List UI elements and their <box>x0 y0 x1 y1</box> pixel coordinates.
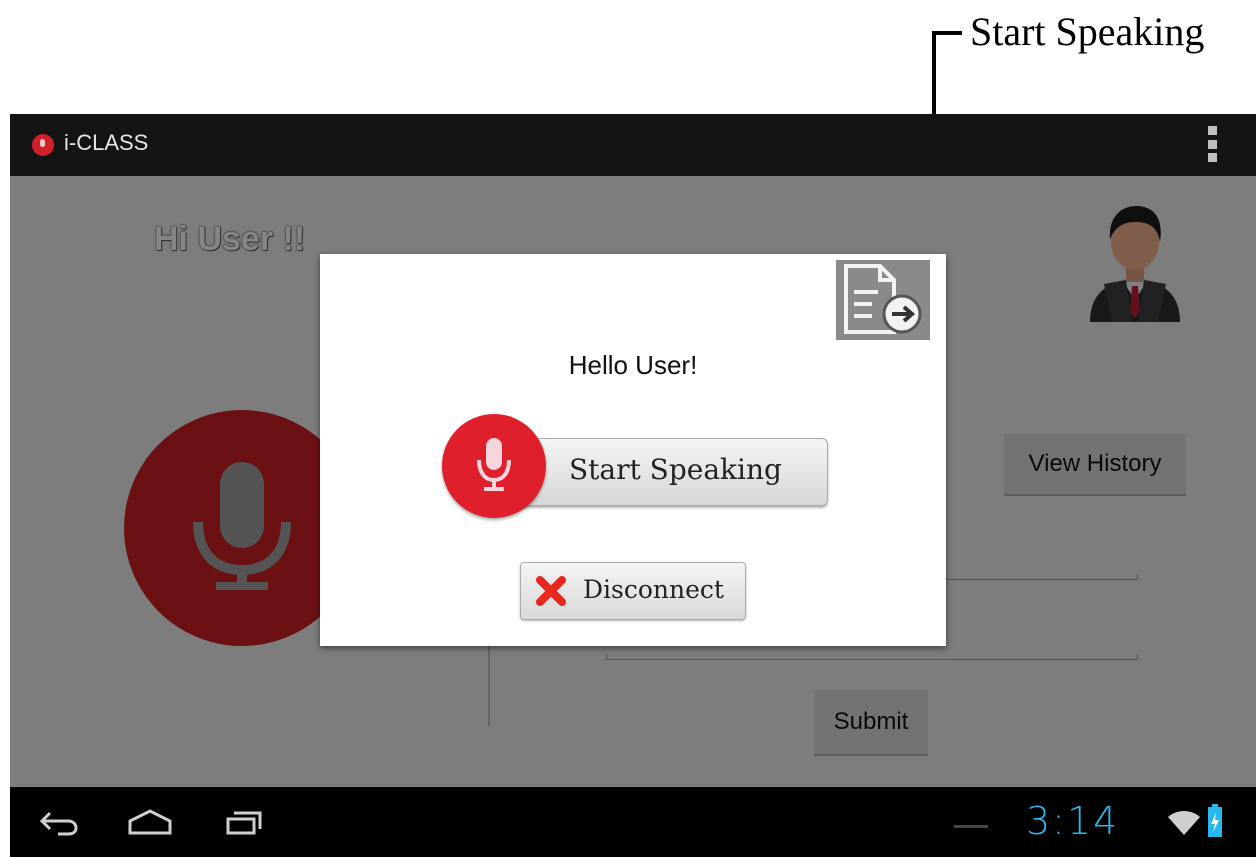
dialog-message: Hello User! <box>568 350 698 380</box>
annotation-line-horizontal <box>932 31 962 35</box>
tablet-screen: i-CLASS Hi User !! View History ere <box>10 114 1256 857</box>
red-x-icon <box>536 576 566 606</box>
disconnect-label: Disconnect <box>583 575 724 604</box>
notification-indicator <box>954 825 988 828</box>
speech-dialog: Hello User! Start Speaking Disconnect <box>320 254 946 646</box>
mic-icon <box>477 438 511 491</box>
app-mic-icon <box>32 134 54 156</box>
recent-apps-icon[interactable] <box>224 807 264 837</box>
system-nav-bar: 3:14 <box>10 787 1256 857</box>
document-export-icon[interactable] <box>836 260 930 340</box>
main-content: Hi User !! View History ere Submit <box>10 176 1256 787</box>
overflow-menu-icon[interactable] <box>1208 126 1218 162</box>
start-speaking-label: Start Speaking <box>569 453 782 486</box>
disconnect-button[interactable]: Disconnect <box>520 562 746 620</box>
back-icon[interactable] <box>36 807 78 837</box>
battery-icon <box>1208 804 1222 837</box>
annotation-label: Start Speaking <box>970 9 1205 54</box>
wifi-icon <box>1168 811 1200 835</box>
action-bar: i-CLASS <box>10 114 1256 176</box>
start-speaking-mic-button[interactable] <box>442 414 546 518</box>
app-title: i-CLASS <box>64 130 149 155</box>
status-clock: 3:14 <box>1026 799 1120 843</box>
home-icon[interactable] <box>126 807 174 837</box>
